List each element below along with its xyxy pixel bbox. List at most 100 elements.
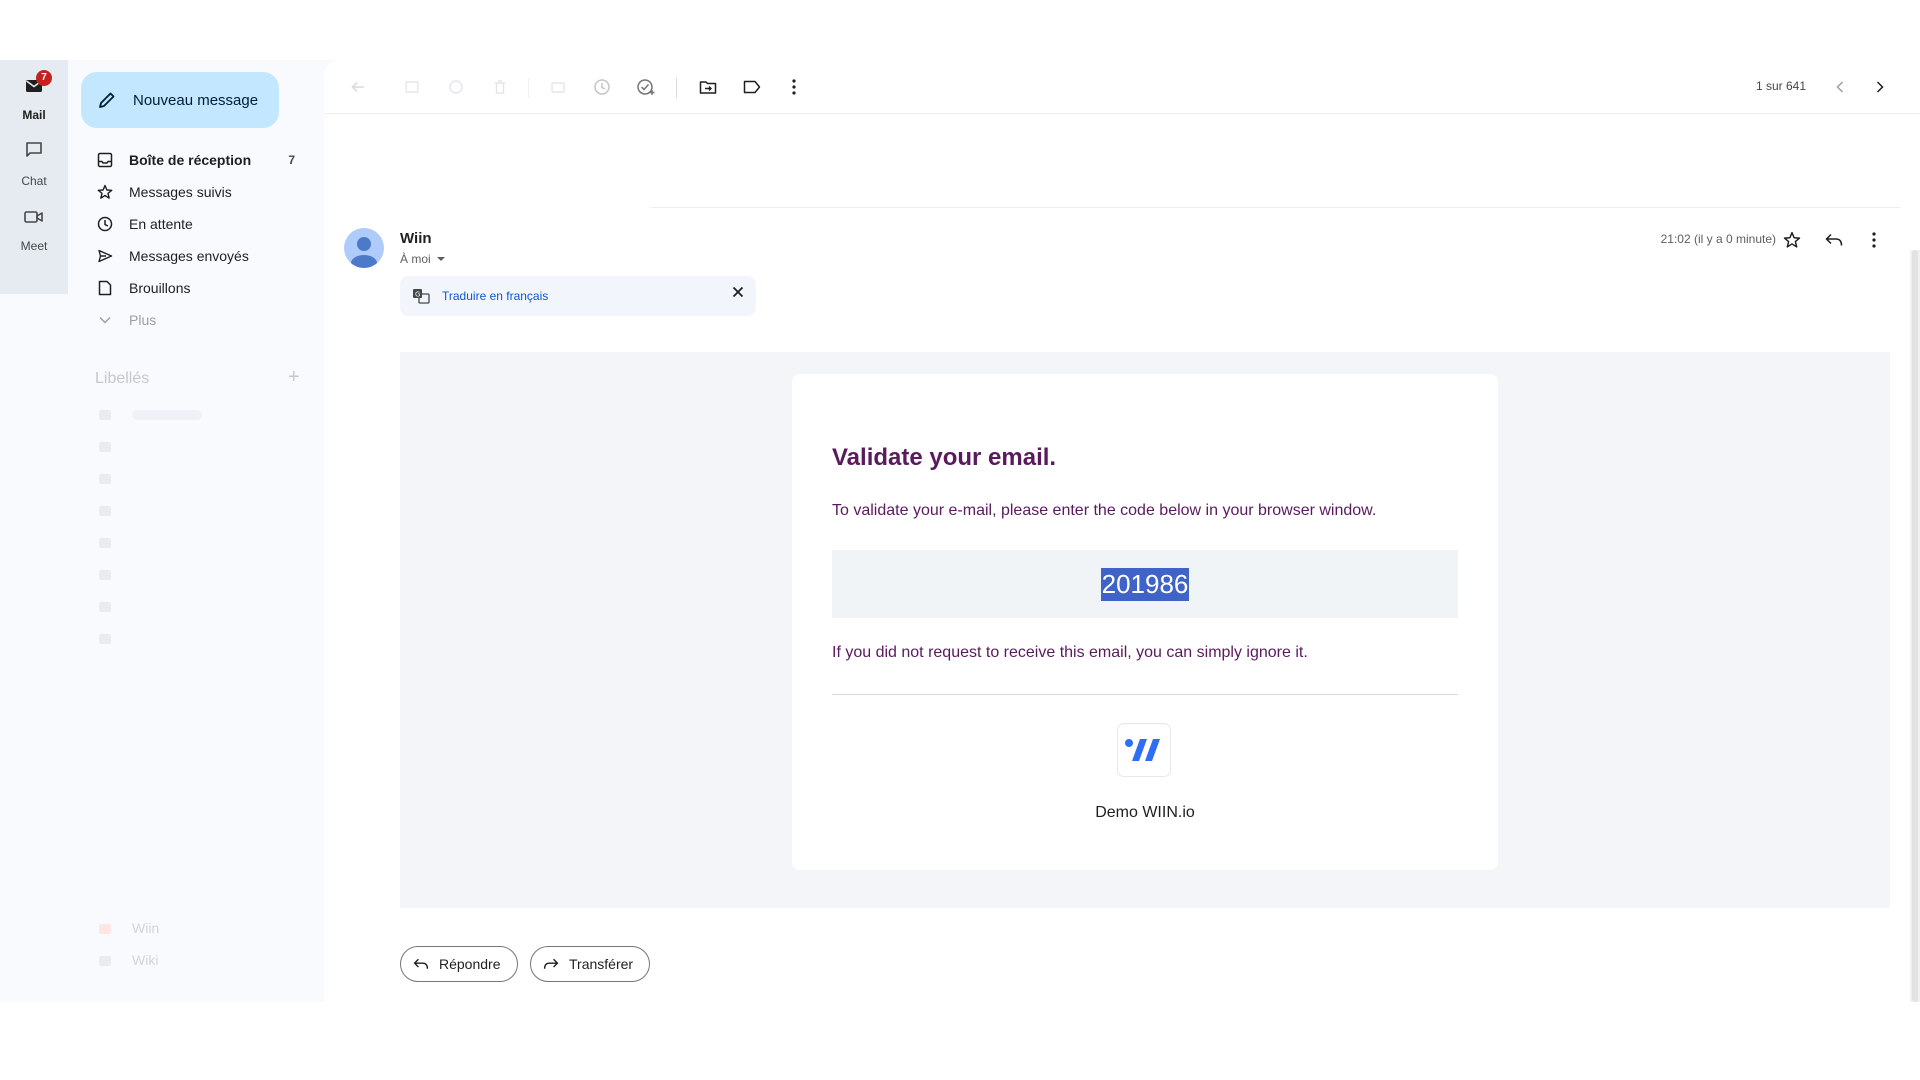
label-dot xyxy=(99,506,111,516)
label-dot xyxy=(99,442,111,452)
person-icon xyxy=(351,237,377,268)
email-note: If you did not request to receive this e… xyxy=(832,644,1308,661)
inbox-count: 7 xyxy=(288,153,295,167)
rail-mail[interactable]: 7 Mail xyxy=(0,70,68,122)
report-spam-icon[interactable] xyxy=(444,75,468,99)
back-arrow-icon[interactable] xyxy=(346,75,370,99)
app-rail: 7 Mail Chat Meet xyxy=(0,60,68,1002)
label-dot xyxy=(99,634,111,644)
rail-mail-label: Mail xyxy=(22,108,46,122)
gmail-app: 7 Mail Chat Meet Nouveau message Boîte d… xyxy=(0,60,1920,1002)
star-icon xyxy=(95,182,115,202)
rail-chat-label: Chat xyxy=(21,174,47,188)
toolbar-separator xyxy=(676,78,677,98)
compose-label: Nouveau message xyxy=(133,91,259,109)
mark-unread-icon[interactable] xyxy=(546,75,570,99)
draft-icon xyxy=(95,278,115,298)
labels-title: Libellés xyxy=(95,370,150,387)
code-box: 201986 xyxy=(832,550,1458,618)
email-divider xyxy=(832,694,1458,695)
add-label-icon[interactable]: + xyxy=(288,366,300,389)
sender-name[interactable]: Wiin xyxy=(400,230,432,247)
avatar[interactable] xyxy=(344,228,384,268)
sidebar-item-starred[interactable]: Messages suivis xyxy=(81,176,311,208)
sidebar-item-inbox[interactable]: Boîte de réception 7 xyxy=(81,144,311,176)
label-dot-wiin xyxy=(99,924,111,934)
label-dot xyxy=(99,538,111,548)
move-to-icon[interactable] xyxy=(696,75,720,99)
translate-icon: G xyxy=(413,289,430,304)
label-dot-wiki xyxy=(99,956,111,966)
sidebar-item-label: Messages suivis xyxy=(129,184,232,200)
rail-meet[interactable]: Meet xyxy=(0,205,68,253)
pencil-icon xyxy=(99,92,115,108)
svg-text:G: G xyxy=(415,291,420,299)
chevron-right-icon[interactable] xyxy=(1868,75,1892,99)
rail-meet-label: Meet xyxy=(20,239,48,253)
forward-label: Transférer xyxy=(569,956,634,972)
label-dot xyxy=(99,602,111,612)
scrollbar[interactable] xyxy=(1910,250,1920,1002)
more-vert-icon[interactable] xyxy=(1862,228,1886,252)
caret-down-icon xyxy=(436,257,445,261)
email-instruction: To validate your e-mail, please enter th… xyxy=(832,502,1377,519)
validation-code[interactable]: 201986 xyxy=(1100,567,1190,601)
sidebar-item-more[interactable]: Plus xyxy=(81,304,311,336)
label-wiki[interactable]: Wiki xyxy=(132,952,158,968)
message-toolbar: 1 sur 641 xyxy=(324,60,1920,114)
brand-name: Demo WIIN.io xyxy=(1095,804,1195,821)
subject-divider xyxy=(650,207,1900,208)
wiin-logo-icon xyxy=(1125,739,1160,761)
label-placeholder xyxy=(132,410,202,420)
inbox-icon xyxy=(95,150,115,170)
chevron-down-icon xyxy=(95,310,115,330)
translate-link[interactable]: Traduire en français xyxy=(442,289,548,303)
chevron-left-icon[interactable] xyxy=(1828,75,1852,99)
recipient-details[interactable]: À moi xyxy=(400,252,446,266)
video-camera-icon xyxy=(14,205,54,235)
reply-icon[interactable] xyxy=(1822,228,1846,252)
scrollbar-thumb[interactable] xyxy=(1912,250,1918,1002)
label-icon[interactable] xyxy=(740,75,764,99)
label-wiin[interactable]: Wiin xyxy=(132,920,159,936)
message-time: 21:02 (il y a 0 minute) xyxy=(1660,232,1776,246)
reply-label: Répondre xyxy=(439,956,501,972)
wiin-logo xyxy=(1118,724,1170,776)
email-title: Validate your email. xyxy=(832,444,1057,471)
sidebar-item-label: Boîte de réception xyxy=(129,152,252,168)
subject-area xyxy=(324,114,1920,198)
pager-text: 1 sur 641 xyxy=(1755,79,1806,93)
forward-icon xyxy=(543,958,559,969)
recipient-label: À moi xyxy=(400,252,431,266)
close-icon[interactable] xyxy=(732,286,744,301)
compose-button[interactable]: Nouveau message xyxy=(81,72,279,128)
delete-icon[interactable] xyxy=(488,75,512,99)
reply-button[interactable]: Répondre xyxy=(400,946,518,982)
sidebar-item-sent[interactable]: Messages envoyés xyxy=(81,240,311,272)
rail-chat[interactable]: Chat xyxy=(0,140,68,188)
clock-icon xyxy=(95,214,115,234)
reply-icon xyxy=(413,958,429,969)
sidebar-item-drafts[interactable]: Brouillons xyxy=(81,272,311,304)
side-nav: Nouveau message Boîte de réception 7 Mes… xyxy=(68,60,324,1002)
star-icon[interactable] xyxy=(1780,228,1804,252)
sidebar-item-label: Brouillons xyxy=(129,280,191,296)
label-dot xyxy=(99,474,111,484)
archive-icon[interactable] xyxy=(400,75,424,99)
sidebar-item-label: En attente xyxy=(129,216,193,232)
more-vert-icon[interactable] xyxy=(782,75,806,99)
send-icon xyxy=(95,246,115,266)
add-task-icon[interactable] xyxy=(634,75,658,99)
email-card: Validate your email. To validate your e-… xyxy=(792,374,1498,870)
toolbar-separator xyxy=(528,78,529,98)
sidebar-item-label: Messages envoyés xyxy=(129,248,249,264)
translate-bar: G Traduire en français xyxy=(400,276,756,316)
forward-button[interactable]: Transférer xyxy=(530,946,651,982)
label-dot xyxy=(99,570,111,580)
snooze-clock-icon[interactable] xyxy=(590,75,614,99)
sidebar-item-label: Plus xyxy=(129,312,157,328)
sidebar-item-snoozed[interactable]: En attente xyxy=(81,208,311,240)
chat-icon xyxy=(14,140,54,170)
mail-badge: 7 xyxy=(36,70,52,86)
message-view: 1 sur 641 Wiin À moi 21:02 (il y a 0 min… xyxy=(324,60,1920,1002)
